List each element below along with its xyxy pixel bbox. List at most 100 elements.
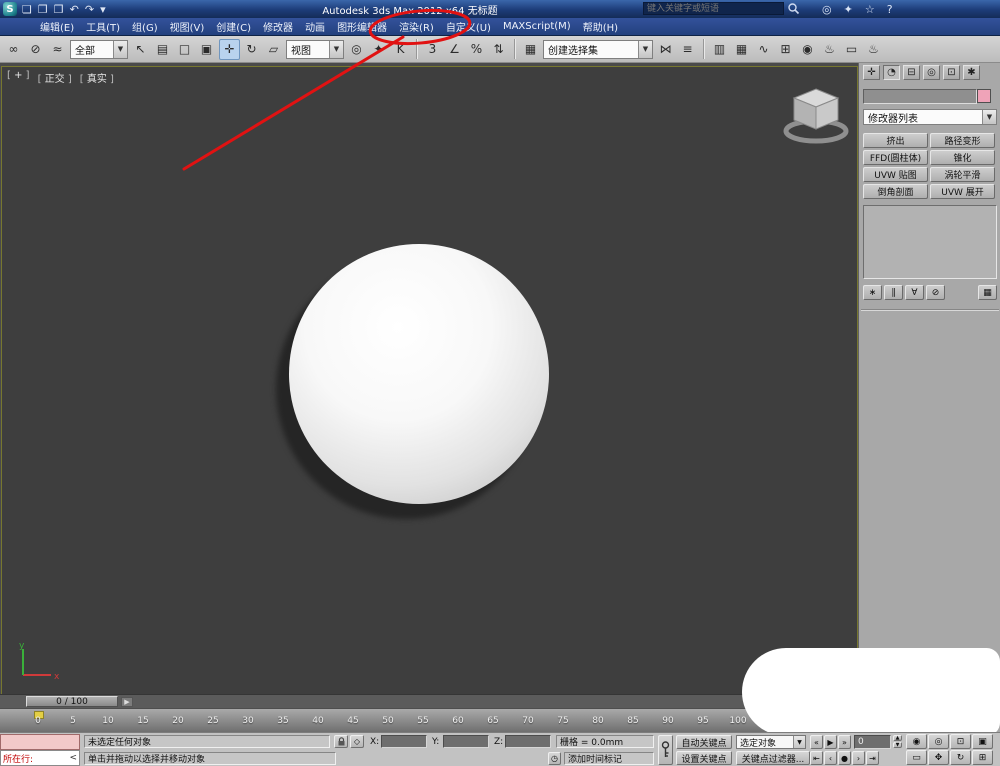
motion-tab[interactable]: ◎ (923, 65, 940, 80)
viewport-general-menu[interactable]: + (7, 70, 30, 85)
save-file-icon[interactable]: ❒ (54, 3, 64, 16)
maxscript-mini-listener-script-row[interactable]: 所在行: < (0, 750, 80, 766)
open-file-icon[interactable]: ❐ (38, 3, 48, 16)
modifier-turbosmooth-button[interactable]: 涡轮平滑 (930, 167, 995, 182)
time-slider-track[interactable]: 0 / 100 ▶ (0, 694, 858, 708)
x-coordinate-input[interactable] (381, 735, 427, 748)
maxscript-mini-listener-macro-row[interactable] (0, 734, 80, 750)
keyboard-shortcut-override-icon[interactable]: K (390, 39, 411, 60)
absolute-offset-mode-toggle[interactable]: ◇ (350, 735, 364, 748)
view-cube[interactable] (781, 83, 851, 147)
material-editor-icon[interactable]: ◉ (797, 39, 818, 60)
modifier-stack-list[interactable] (863, 205, 997, 279)
menu-modifiers[interactable]: 修改器 (257, 18, 299, 36)
reference-coordinate-system-dropdown[interactable]: 视图 ▼ (286, 39, 344, 59)
search-icon[interactable] (786, 2, 801, 17)
zoom-extents-icon[interactable]: ⊡ (950, 734, 971, 749)
snap-toggle-3d-icon[interactable]: 3 (422, 39, 443, 60)
key-filter-dropdown[interactable]: 选定对象 ▼ (736, 735, 806, 749)
select-and-link-icon[interactable]: ∞ (3, 39, 24, 60)
select-and-scale-icon[interactable]: ▱ (263, 39, 284, 60)
zoom-extents-all-icon[interactable]: ▣ (972, 734, 993, 749)
modifier-bevel-profile-button[interactable]: 倒角剖面 (863, 184, 928, 199)
modifier-uvw-map-button[interactable]: UVW 贴图 (863, 167, 928, 182)
modifier-taper-button[interactable]: 锥化 (930, 150, 995, 165)
unlink-selection-icon[interactable]: ⊘ (25, 39, 46, 60)
modifier-path-deform-button[interactable]: 路径变形 (930, 133, 995, 148)
modifier-list-dropdown[interactable]: 修改器列表 ▼ (863, 109, 997, 125)
menu-rendering[interactable]: 渲染(R) (393, 18, 440, 36)
pin-stack-icon[interactable]: ∗ (863, 285, 882, 300)
maximize-viewport-toggle-icon[interactable]: ⊞ (972, 750, 993, 765)
rectangular-selection-region-icon[interactable]: □ (174, 39, 195, 60)
time-slider-next-frame-button[interactable]: ▶ (121, 697, 133, 707)
frame-spinner-down[interactable]: ▼ (893, 742, 902, 748)
key-mode-toggle-button[interactable]: ● (838, 751, 851, 765)
listener-collapse-handle[interactable]: < (69, 753, 79, 763)
render-setup-icon[interactable]: ♨ (819, 39, 840, 60)
manage-layers-icon[interactable]: ▥ (709, 39, 730, 60)
auto-key-toggle[interactable]: 自动关键点 (676, 735, 732, 749)
mirror-icon[interactable]: ⋈ (655, 39, 676, 60)
menu-help[interactable]: 帮助(H) (577, 18, 624, 36)
viewport-shading-menu[interactable]: 真实 (80, 70, 114, 85)
curve-editor-icon[interactable]: ∿ (753, 39, 774, 60)
utilities-tab[interactable]: ✱ (963, 65, 980, 80)
render-production-icon[interactable]: ♨ (863, 39, 884, 60)
selection-lock-toggle[interactable] (334, 735, 348, 748)
percent-snap-icon[interactable]: % (466, 39, 487, 60)
orbit-icon[interactable]: ↻ (950, 750, 971, 765)
modifier-unwrap-uvw-button[interactable]: UVW 展开 (930, 184, 995, 199)
selection-filter-dropdown[interactable]: 全部 ▼ (70, 39, 128, 59)
previous-frame-button[interactable]: ‹ (824, 751, 837, 765)
3ds-max-logo-icon[interactable]: S (3, 2, 17, 16)
display-tab[interactable]: ⊡ (943, 65, 960, 80)
graphite-ribbon-icon[interactable]: ▦ (731, 39, 752, 60)
communication-center-icon[interactable]: ✦ (844, 3, 853, 16)
modifier-ffd-cylinder-button[interactable]: FFD(圆柱体) (863, 150, 928, 165)
menu-group[interactable]: 组(G) (126, 18, 164, 36)
go-to-start-button[interactable]: ⇤ (810, 751, 823, 765)
zoom-region-icon[interactable]: ▭ (906, 750, 927, 765)
menu-tools[interactable]: 工具(T) (80, 18, 126, 36)
orthographic-viewport[interactable]: + 正交 真实 x y (1, 66, 858, 695)
track-bar[interactable]: 0 5 10 15 20 25 30 35 40 45 50 55 60 65 70 75 80 85 90 95 10… (0, 708, 858, 732)
modify-tab[interactable]: ◔ (883, 65, 900, 80)
spinner-snap-icon[interactable]: ⇅ (488, 39, 509, 60)
current-frame-field[interactable]: 0 (854, 735, 891, 749)
edit-named-selection-sets-icon[interactable]: ▦ (520, 39, 541, 60)
previous-key-button[interactable]: « (810, 735, 823, 749)
help-icon[interactable]: ? (887, 3, 893, 16)
y-coordinate-input[interactable] (443, 735, 489, 748)
angle-snap-icon[interactable]: ∠ (444, 39, 465, 60)
play-button[interactable]: ▶ (824, 735, 837, 749)
object-color-swatch[interactable] (977, 89, 991, 103)
time-tag-clock-icon[interactable]: ◷ (548, 752, 561, 765)
create-tab[interactable]: ✛ (863, 65, 880, 80)
favorites-star-icon[interactable]: ☆ (865, 3, 875, 16)
use-pivot-point-center-icon[interactable]: ◎ (346, 39, 367, 60)
menu-customize[interactable]: 自定义(U) (440, 18, 497, 36)
next-key-button[interactable]: » (838, 735, 851, 749)
set-keys-button[interactable] (658, 735, 673, 765)
select-and-rotate-icon[interactable]: ↻ (241, 39, 262, 60)
menu-views[interactable]: 视图(V) (164, 18, 211, 36)
select-and-move-icon[interactable]: ✛ (219, 38, 240, 60)
menu-create[interactable]: 创建(C) (210, 18, 257, 36)
set-key-toggle[interactable]: 设置关键点 (676, 751, 732, 765)
subscription-center-icon[interactable]: ◎ (822, 3, 832, 16)
zoom-icon[interactable]: ◉ (906, 734, 927, 749)
window-crossing-icon[interactable]: ▣ (196, 39, 217, 60)
hierarchy-tab[interactable]: ⊟ (903, 65, 920, 80)
configure-modifier-sets-icon[interactable]: ▦ (978, 285, 997, 300)
key-filters-button[interactable]: 关键点过滤器... (736, 751, 810, 765)
select-by-name-icon[interactable]: ▤ (152, 39, 173, 60)
select-object-icon[interactable]: ↖ (130, 39, 151, 60)
add-time-tag[interactable]: 添加时间标记 (564, 752, 654, 765)
undo-icon[interactable]: ↶ (70, 3, 79, 16)
rendered-frame-window-icon[interactable]: ▭ (841, 39, 862, 60)
make-unique-icon[interactable]: ∀ (905, 285, 924, 300)
show-end-result-icon[interactable]: ∥ (884, 285, 903, 300)
schematic-view-icon[interactable]: ⊞ (775, 39, 796, 60)
remove-modifier-icon[interactable]: ⊘ (926, 285, 945, 300)
